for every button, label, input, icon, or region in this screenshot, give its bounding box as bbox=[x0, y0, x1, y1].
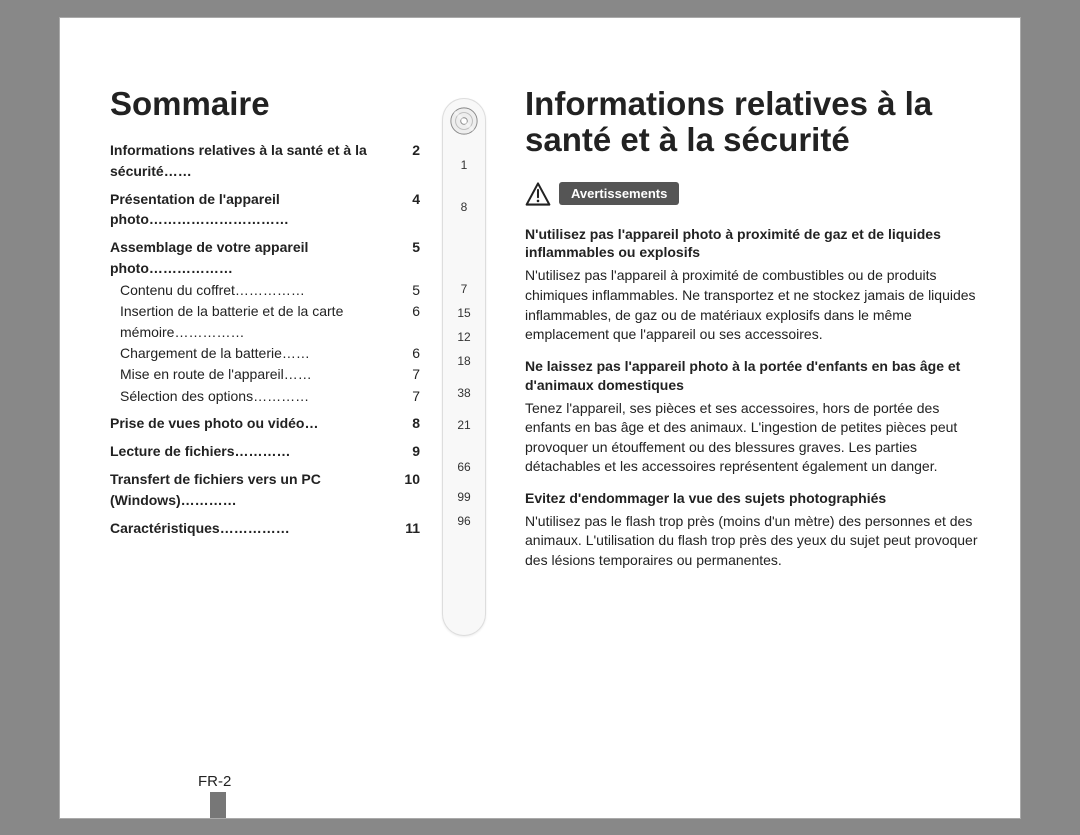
toc-heading: Sommaire bbox=[110, 86, 420, 122]
toc-entry: Assemblage de votre appareil photo………………… bbox=[110, 237, 420, 278]
cd-page-number: 18 bbox=[442, 355, 486, 367]
toc-entry-label: Transfert de fichiers vers un PC (Window… bbox=[110, 469, 398, 510]
cd-page-number: 38 bbox=[442, 387, 486, 399]
toc-entry: Lecture de fichiers…………9 bbox=[110, 441, 420, 461]
toc-entry-page: 7 bbox=[398, 364, 420, 384]
cd-page-number: 1 bbox=[442, 159, 486, 171]
cd-page-number: 99 bbox=[442, 491, 486, 503]
toc-entry-page: 10 bbox=[398, 469, 420, 510]
toc-entry-label: Présentation de l'appareil photo……………………… bbox=[110, 189, 398, 230]
toc-column: Sommaire Informations relatives à la san… bbox=[110, 86, 420, 579]
safety-section-heading: Evitez d'endommager la vue des sujets ph… bbox=[525, 489, 980, 508]
safety-section-body: N'utilisez pas l'appareil à proximité de… bbox=[525, 266, 980, 344]
cd-page-number: 66 bbox=[442, 461, 486, 473]
toc-entry-page: 9 bbox=[398, 441, 420, 461]
toc-entry: Transfert de fichiers vers un PC (Window… bbox=[110, 469, 420, 510]
cd-page-number: 7 bbox=[442, 283, 486, 295]
toc-entry: Caractéristiques……………11 bbox=[110, 518, 420, 538]
safety-heading: Informations relatives à la santé et à l… bbox=[525, 86, 980, 159]
table-of-contents: Informations relatives à la santé et à l… bbox=[110, 140, 420, 538]
cd-reference-column: 1871512183821669996 bbox=[420, 86, 505, 579]
toc-entry-page: 6 bbox=[398, 301, 420, 342]
page-footer: FR-2 bbox=[198, 773, 231, 790]
toc-entry-page: 4 bbox=[398, 189, 420, 230]
toc-entry-page: 5 bbox=[398, 280, 420, 300]
cd-page-number: 8 bbox=[442, 201, 486, 213]
toc-entry-page: 5 bbox=[398, 237, 420, 278]
safety-section-body: N'utilisez pas le flash trop près (moins… bbox=[525, 512, 980, 571]
toc-entry-label: Informations relatives à la santé et à l… bbox=[110, 140, 398, 181]
toc-entry-label: Mise en route de l'appareil…… bbox=[120, 364, 398, 384]
toc-entry: Sélection des options…………7 bbox=[110, 386, 420, 406]
safety-section-body: Tenez l'appareil, ses pièces et ses acce… bbox=[525, 399, 980, 477]
toc-entry-page: 11 bbox=[398, 518, 420, 538]
toc-entry: Présentation de l'appareil photo……………………… bbox=[110, 189, 420, 230]
cd-page-number: 15 bbox=[442, 307, 486, 319]
toc-entry-label: Sélection des options………… bbox=[120, 386, 398, 406]
toc-entry-label: Prise de vues photo ou vidéo… bbox=[110, 413, 398, 433]
toc-entry-label: Caractéristiques…………… bbox=[110, 518, 398, 538]
toc-entry-label: Insertion de la batterie et de la carte … bbox=[120, 301, 398, 342]
cd-page-numbers: 1871512183821669996 bbox=[442, 159, 486, 527]
warning-banner: Avertissements bbox=[525, 181, 980, 207]
toc-entry: Chargement de la batterie……6 bbox=[110, 343, 420, 363]
cd-icon bbox=[449, 106, 479, 136]
safety-section-heading: N'utilisez pas l'appareil photo à proxim… bbox=[525, 225, 980, 263]
toc-entry-page: 2 bbox=[398, 140, 420, 181]
page-footer-tab bbox=[210, 792, 226, 818]
toc-entry: Informations relatives à la santé et à l… bbox=[110, 140, 420, 181]
safety-sections: N'utilisez pas l'appareil photo à proxim… bbox=[525, 225, 980, 571]
warning-label: Avertissements bbox=[559, 182, 679, 205]
toc-entry-page: 7 bbox=[398, 386, 420, 406]
toc-entry-page: 8 bbox=[398, 413, 420, 433]
toc-entry-label: Lecture de fichiers………… bbox=[110, 441, 398, 461]
warning-triangle-icon bbox=[525, 181, 551, 207]
toc-entry: Insertion de la batterie et de la carte … bbox=[110, 301, 420, 342]
cd-reference-pill: 1871512183821669996 bbox=[442, 98, 486, 636]
safety-column: Informations relatives à la santé et à l… bbox=[505, 86, 980, 579]
cd-page-number: 96 bbox=[442, 515, 486, 527]
toc-entry: Prise de vues photo ou vidéo…8 bbox=[110, 413, 420, 433]
manual-page: Sommaire Informations relatives à la san… bbox=[60, 18, 1020, 818]
toc-entry-page: 6 bbox=[398, 343, 420, 363]
toc-entry: Contenu du coffret……………5 bbox=[110, 280, 420, 300]
toc-entry-label: Contenu du coffret…………… bbox=[120, 280, 398, 300]
page-content: Sommaire Informations relatives à la san… bbox=[60, 18, 1020, 579]
cd-page-number: 21 bbox=[442, 419, 486, 431]
toc-entry-label: Chargement de la batterie…… bbox=[120, 343, 398, 363]
toc-entry: Mise en route de l'appareil……7 bbox=[110, 364, 420, 384]
cd-page-number: 12 bbox=[442, 331, 486, 343]
toc-entry-label: Assemblage de votre appareil photo……………… bbox=[110, 237, 398, 278]
safety-section-heading: Ne laissez pas l'appareil photo à la por… bbox=[525, 357, 980, 395]
